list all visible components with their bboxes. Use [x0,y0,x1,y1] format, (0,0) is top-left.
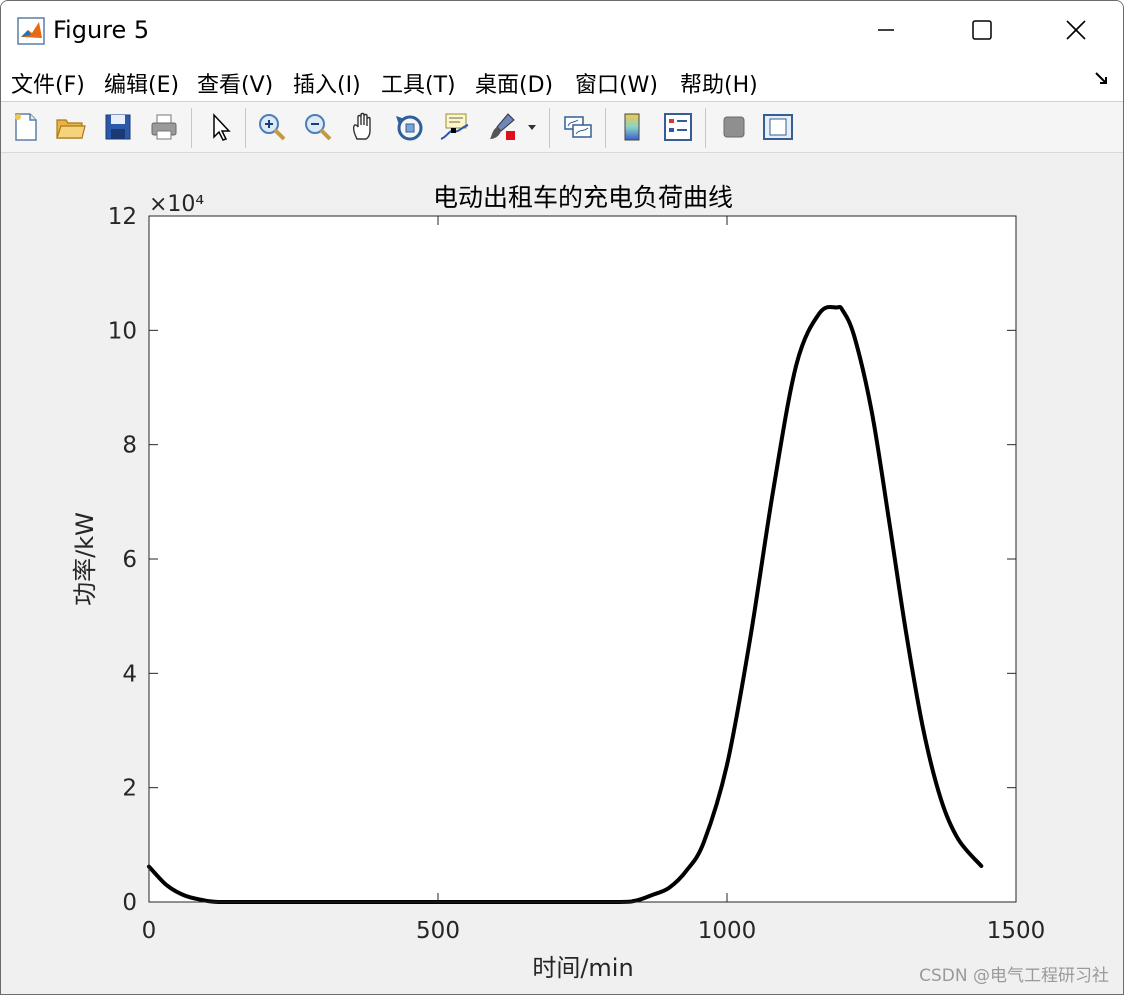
y-tick-label: 8 [122,433,137,459]
close-button[interactable] [1053,11,1099,49]
figure-window: Figure 5 文件(F) 编辑(E) 查看(V) 插入(I) 工具(T) 桌… [0,0,1124,995]
show-plot-tools-icon[interactable] [761,110,795,144]
menu-tools[interactable]: 工具(T) [381,67,456,99]
menu-view[interactable]: 查看(V) [197,67,273,99]
open-file-icon[interactable] [53,110,87,144]
y-tick-label: 10 [108,318,137,344]
data-cursor-icon[interactable] [437,110,471,144]
chart-title: 电动出租车的充电负荷曲线 [433,183,733,212]
x-tick-label: 1000 [698,918,757,944]
y-exponent-label: ×10⁴ [149,192,204,217]
toolbar-separator [605,108,606,148]
zoom-out-icon[interactable] [301,110,335,144]
y-tick-label: 0 [122,890,137,916]
y-axis-label: 功率/kW [71,512,99,606]
menu-help[interactable]: 帮助(H) [680,67,758,99]
title-bar: Figure 5 [1,1,1123,59]
y-tick-label: 2 [122,776,137,802]
x-tick-label: 500 [416,918,460,944]
toolbar-separator [191,108,192,148]
pointer-icon[interactable] [203,110,237,144]
maximize-button[interactable] [959,11,1005,49]
link-plot-icon[interactable] [561,110,595,144]
watermark: CSDN @电气工程研习社 [919,966,1109,986]
x-axis-label: 时间/min [532,954,633,982]
zoom-in-icon[interactable] [255,110,289,144]
y-tick-label: 4 [122,661,137,687]
window-title: Figure 5 [53,16,150,44]
toolbar-separator [549,108,550,148]
figure-canvas: 0 2 4 6 8 10 12 0 500 1000 1500 电动出租车的充电负荷曲线 ×10⁴… [1,153,1123,994]
axes-background [149,216,1016,902]
line-chart: 0 2 4 6 8 10 12 0 500 1000 1500 电动出租车的充电负荷曲线 ×10⁴… [71,183,1046,982]
x-tick-label: 1500 [987,918,1046,944]
toolbar-separator [245,108,246,148]
menu-file[interactable]: 文件(F) [11,67,85,99]
menu-window[interactable]: 窗口(W) [575,67,658,99]
menu-desktop[interactable]: 桌面(D) [475,67,553,99]
dock-arrow-icon[interactable] [1093,69,1111,91]
new-figure-icon[interactable] [9,110,43,144]
legend-icon[interactable] [661,110,695,144]
menu-insert[interactable]: 插入(I) [293,67,361,99]
print-icon[interactable] [147,110,181,144]
minimize-button[interactable] [863,11,909,49]
matlab-logo-icon [17,17,45,45]
x-tick-label: 0 [142,918,157,944]
hide-plot-tools-icon[interactable] [717,110,751,144]
menu-bar: 文件(F) 编辑(E) 查看(V) 插入(I) 工具(T) 桌面(D) 窗口(W… [1,59,1123,102]
y-tick-label: 6 [122,547,137,573]
toolbar-separator [705,108,706,148]
y-tick-label: 12 [108,204,137,230]
rotate-3d-icon[interactable] [393,110,427,144]
brush-icon[interactable] [485,110,519,144]
pan-icon[interactable] [347,110,381,144]
figure-toolbar [1,102,1123,153]
menu-edit[interactable]: 编辑(E) [104,67,179,99]
save-icon[interactable] [101,110,135,144]
brush-dropdown-icon[interactable] [523,110,541,144]
colorbar-icon[interactable] [615,110,649,144]
